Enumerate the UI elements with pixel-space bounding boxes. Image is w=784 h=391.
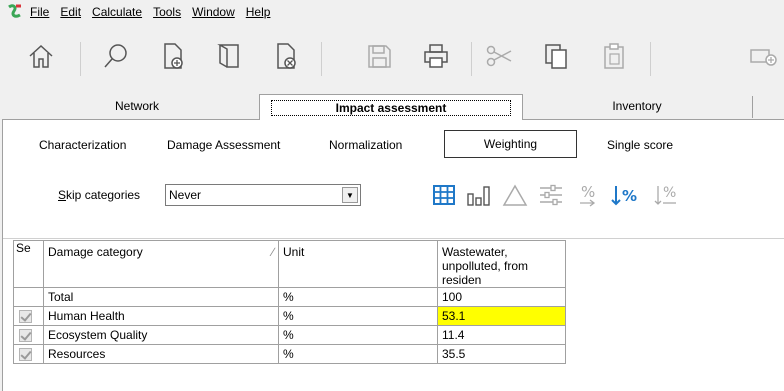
new-document-icon <box>164 43 183 69</box>
value-cell[interactable]: 53.1 <box>437 306 566 326</box>
paste-icon <box>604 43 624 69</box>
percent-arrow-right-icon: % <box>580 183 595 207</box>
print-icon <box>424 44 448 68</box>
svg-text:%: % <box>622 187 637 205</box>
column-header-se[interactable]: Se <box>13 240 44 288</box>
damage-table: Se Damage category ∕ Unit Wastewater, unp… <box>13 240 566 364</box>
search-button[interactable] <box>96 36 136 76</box>
open-button[interactable] <box>209 36 249 76</box>
column-header-category[interactable]: Damage category ∕ <box>43 240 279 288</box>
panel-divider <box>3 238 784 239</box>
table-view-button[interactable] <box>429 180 459 210</box>
search-icon <box>104 44 127 68</box>
tab-inventory[interactable]: Inventory <box>523 94 751 118</box>
checkbox-icon[interactable] <box>19 348 32 362</box>
row-select-cell[interactable] <box>13 306 44 326</box>
subtab-normalization[interactable]: Normalization <box>329 138 402 152</box>
app-logo-icon <box>8 4 21 18</box>
percent-down-alt-button[interactable]: % <box>651 180 681 210</box>
unit-cell[interactable]: % <box>278 306 438 326</box>
column-header-unit[interactable]: Unit <box>278 240 438 288</box>
percent-down-button[interactable]: % <box>608 180 644 210</box>
insert-button[interactable] <box>742 36 782 76</box>
dropdown-arrow-icon[interactable]: ▼ <box>342 187 358 203</box>
copy-button[interactable] <box>536 36 576 76</box>
bar-chart-icon <box>467 186 490 206</box>
checkbox-icon[interactable] <box>19 329 32 343</box>
menu-edit[interactable]: Edit <box>60 5 81 19</box>
table-row[interactable]: Resources% 35.5 <box>13 344 566 364</box>
column-header-value[interactable]: Wastewater, unpolluted, from residen <box>437 240 566 288</box>
skip-categories-select[interactable]: Never ▼ <box>165 184 361 206</box>
menu-window[interactable]: Window <box>192 5 235 19</box>
bar-chart-button[interactable] <box>464 180 494 210</box>
svg-text:%: % <box>581 183 595 201</box>
category-cell[interactable]: Human Health <box>43 306 279 326</box>
percent-arrow-down-icon: % <box>611 186 637 206</box>
sort-icon: ∕ <box>271 245 274 259</box>
menu-file[interactable]: File <box>30 5 49 19</box>
close-document-icon <box>277 43 296 69</box>
subtab-single-score[interactable]: Single score <box>607 138 673 152</box>
table-row[interactable]: Total% 100 <box>13 287 566 307</box>
skip-categories-value: Never <box>169 188 202 202</box>
table-row[interactable]: Ecosystem Quality% 11.4 <box>13 325 566 345</box>
unit-cell[interactable]: % <box>278 287 438 307</box>
svg-text:%: % <box>663 185 676 201</box>
save-button[interactable] <box>359 36 399 76</box>
checkbox-icon[interactable] <box>19 310 32 324</box>
triangle-button[interactable] <box>500 180 530 210</box>
grid-icon <box>433 185 455 205</box>
menu-help[interactable]: Help <box>246 5 271 19</box>
subtab-weighting[interactable]: Weighting <box>444 130 577 158</box>
cut-button[interactable] <box>479 36 519 76</box>
filter-button[interactable] <box>536 180 566 210</box>
tab-network[interactable]: Network <box>62 94 212 118</box>
new-button[interactable] <box>153 36 193 76</box>
sliders-icon <box>540 184 562 206</box>
home-icon <box>29 44 53 68</box>
subtab-damage-assessment[interactable]: Damage Assessment <box>167 138 280 152</box>
row-select-cell[interactable] <box>13 344 44 364</box>
value-cell[interactable]: 11.4 <box>437 325 566 345</box>
print-button[interactable] <box>416 36 456 76</box>
skip-categories-label: Skip categories <box>58 188 141 202</box>
category-cell[interactable]: Resources <box>43 344 279 364</box>
cut-icon <box>486 45 512 67</box>
percent-right-button[interactable]: % <box>572 180 602 210</box>
table-row[interactable]: Human Health% 53.1 <box>13 306 566 326</box>
menu-calculate[interactable]: Calculate <box>92 5 142 19</box>
value-cell[interactable]: 35.5 <box>437 344 566 364</box>
triangle-icon <box>502 184 528 206</box>
menu-bar: File Edit Calculate Tools Window Help <box>0 0 784 24</box>
menu-tools[interactable]: Tools <box>153 5 181 19</box>
paste-button[interactable] <box>594 36 634 76</box>
category-cell[interactable]: Ecosystem Quality <box>43 325 279 345</box>
tab-impact-assessment[interactable]: Impact assessment <box>259 94 523 120</box>
category-cell[interactable]: Total <box>43 287 279 307</box>
row-select-cell[interactable] <box>13 287 44 307</box>
unit-cell[interactable]: % <box>278 344 438 364</box>
copy-icon <box>545 44 567 69</box>
close-document-button[interactable] <box>266 36 306 76</box>
subtab-characterization[interactable]: Characterization <box>39 138 126 152</box>
value-cell[interactable]: 100 <box>437 287 566 307</box>
unit-cell[interactable]: % <box>278 325 438 345</box>
main-tabs: Network Impact assessment Inventory <box>0 94 784 120</box>
open-icon <box>217 44 239 68</box>
toolbar <box>0 24 784 86</box>
home-button[interactable] <box>21 36 61 76</box>
row-select-cell[interactable] <box>13 325 44 345</box>
save-icon <box>368 45 391 68</box>
percent-arrow-down-alt-icon: % <box>654 185 676 205</box>
insert-icon <box>750 49 777 66</box>
